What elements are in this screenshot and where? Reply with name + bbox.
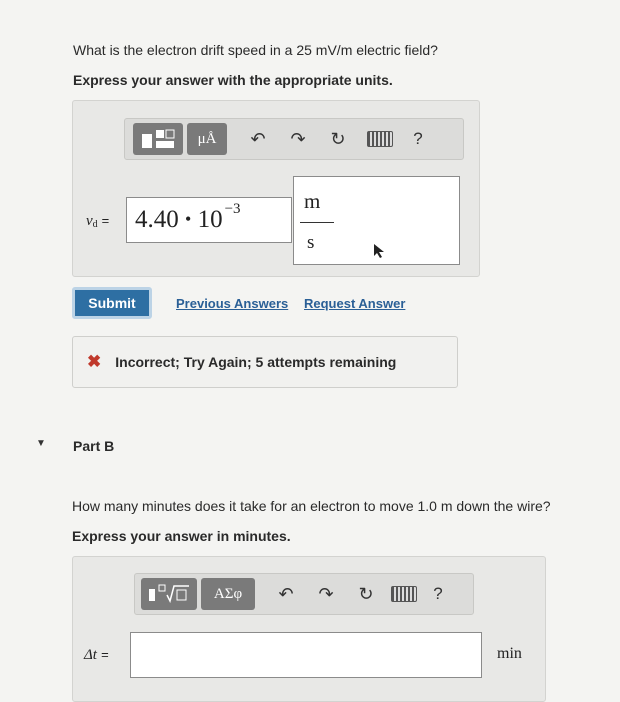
- math-toolbar-part-a: μÅ ↶ ↷ ↻ ?: [124, 118, 464, 160]
- submit-button[interactable]: Submit: [72, 287, 152, 319]
- question-text-part-b: How many minutes does it take for an ele…: [72, 498, 551, 514]
- answer-input-part-b[interactable]: [130, 632, 482, 678]
- help-button[interactable]: ?: [403, 124, 433, 154]
- help-button-part-b[interactable]: ?: [423, 579, 453, 609]
- templates-button[interactable]: [133, 123, 183, 155]
- value-dot: •: [185, 209, 192, 229]
- units-button[interactable]: μÅ: [187, 123, 227, 155]
- units-label: μÅ: [197, 130, 217, 147]
- undo-icon[interactable]: ↶: [243, 124, 273, 154]
- unit-numerator: m: [304, 189, 321, 213]
- reset-icon[interactable]: ↻: [323, 124, 353, 154]
- variable-label-dt: Δt =: [84, 646, 109, 664]
- mouse-cursor-icon: [374, 244, 384, 258]
- question-text-part-a: What is the electron drift speed in a 25…: [73, 42, 438, 58]
- math-toolbar-part-b: ΑΣφ ↶ ↷ ↻ ?: [134, 573, 474, 615]
- variable-symbol-dt: Δt: [84, 647, 97, 663]
- redo-icon-part-b[interactable]: ↷: [311, 579, 341, 609]
- templates-radical-icon: [149, 584, 189, 604]
- unit-label-min: min: [497, 645, 522, 662]
- value-input-part-a[interactable]: 4.40 • 10 −3: [126, 197, 292, 243]
- symbols-button[interactable]: ΑΣφ: [201, 578, 255, 610]
- variable-label-vd: vd =: [86, 212, 109, 230]
- collapse-triangle-icon[interactable]: ▼: [36, 438, 46, 449]
- value-base: 10: [197, 206, 223, 233]
- help-label-part-b: ?: [433, 584, 443, 603]
- instruction-part-b: Express your answer in minutes.: [72, 528, 291, 544]
- keyboard-icon[interactable]: [365, 124, 395, 154]
- value-exponent: −3: [224, 201, 241, 217]
- reset-icon-part-b[interactable]: ↻: [351, 579, 381, 609]
- help-label: ?: [413, 129, 423, 148]
- templates-icon: [142, 129, 175, 148]
- undo-icon-part-b[interactable]: ↶: [271, 579, 301, 609]
- templates-button-part-b[interactable]: [141, 578, 197, 610]
- redo-icon[interactable]: ↷: [283, 124, 313, 154]
- error-x-icon: ✖: [87, 352, 102, 371]
- symbols-label: ΑΣφ: [213, 585, 243, 602]
- units-input-part-a[interactable]: m s: [293, 176, 460, 265]
- instruction-part-a: Express your answer with the appropriate…: [73, 72, 393, 88]
- value-mantissa: 4.40: [135, 206, 179, 233]
- variable-subscript: d: [92, 219, 98, 230]
- variable-symbol: v: [86, 213, 93, 229]
- feedback-box: ✖ Incorrect; Try Again; 5 attempts remai…: [72, 336, 458, 388]
- equals-sign-b: =: [101, 647, 109, 662]
- previous-answers-link[interactable]: Previous Answers: [176, 296, 288, 311]
- unit-denominator: s: [307, 232, 315, 253]
- equals-sign: =: [101, 213, 110, 228]
- request-answer-link[interactable]: Request Answer: [304, 296, 405, 311]
- feedback-text: Incorrect; Try Again; 5 attempts remaini…: [115, 354, 397, 370]
- part-b-title[interactable]: Part B: [73, 438, 114, 454]
- fraction-bar: [300, 222, 334, 223]
- keyboard-icon-part-b[interactable]: [389, 579, 419, 609]
